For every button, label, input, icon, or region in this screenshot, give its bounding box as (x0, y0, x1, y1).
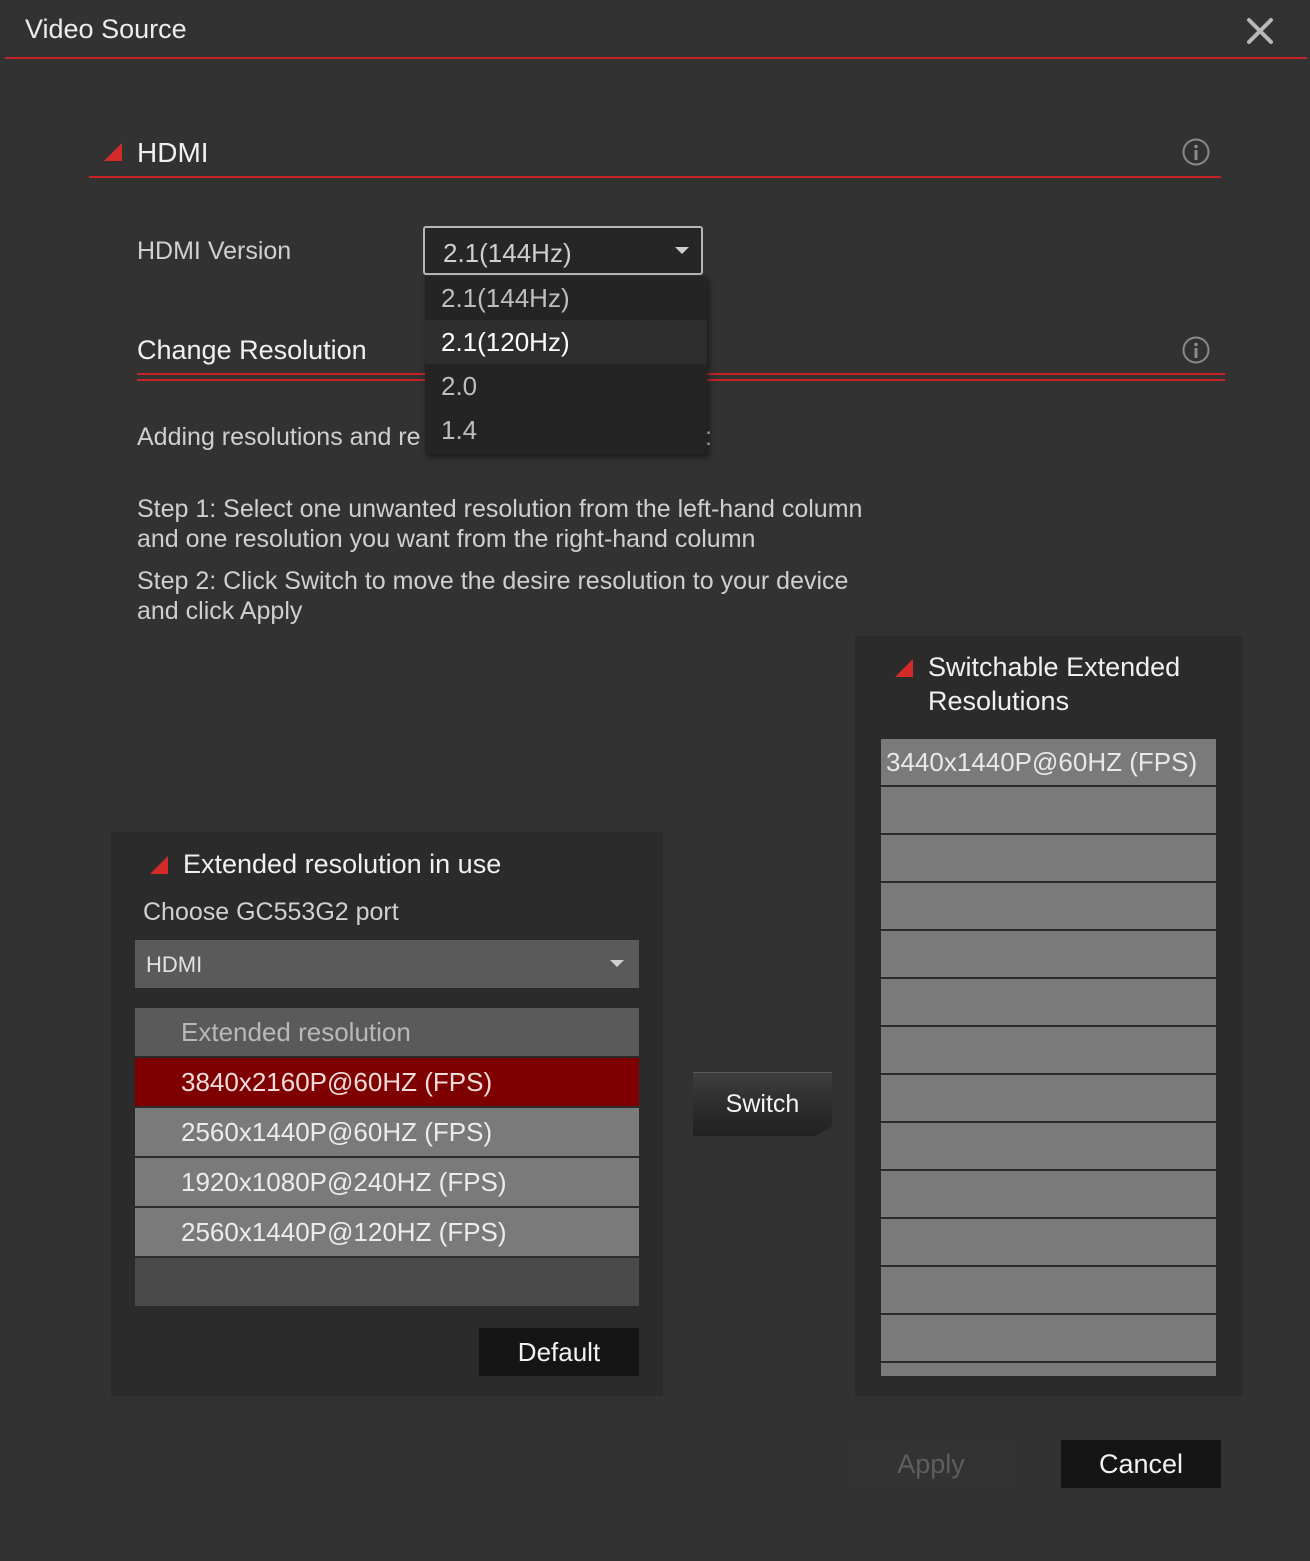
section-marker-icon (895, 659, 913, 677)
step2-line1: Step 2: Click Switch to move the desire … (137, 567, 849, 595)
chevron-down-icon (610, 960, 624, 967)
list-item[interactable]: 3840x2160P@60HZ (FPS) (135, 1058, 639, 1106)
info-icon[interactable] (1182, 336, 1210, 364)
step1-line2: and one resolution you want from the rig… (137, 525, 756, 553)
list-header: Extended resolution (135, 1008, 639, 1056)
list-item[interactable]: 3440x1440P@60HZ (FPS) (881, 739, 1216, 785)
resolution-description: Adding resolutions and re (137, 423, 421, 451)
change-resolution-title: Change Resolution (137, 335, 367, 365)
hdmi-section-divider (89, 176, 1221, 178)
hdmi-version-value: 2.1(144Hz) (443, 238, 572, 268)
list-item[interactable] (881, 1315, 1216, 1361)
in-use-panel-title: Extended resolution in use (183, 849, 502, 879)
dropdown-option[interactable]: 1.4 (425, 408, 707, 452)
list-item[interactable] (881, 979, 1216, 1025)
list-item[interactable] (881, 883, 1216, 929)
section-marker-icon (150, 856, 168, 874)
list-item[interactable] (881, 1027, 1216, 1073)
port-select[interactable]: HDMI (135, 940, 639, 988)
cancel-button[interactable]: Cancel (1061, 1440, 1221, 1488)
switchable-title-line1: Switchable Extended (928, 652, 1181, 682)
list-item[interactable] (881, 787, 1216, 833)
close-icon[interactable] (1243, 14, 1277, 48)
list-item[interactable]: 2560x1440P@120HZ (FPS) (135, 1208, 639, 1256)
list-item[interactable] (881, 1219, 1216, 1265)
apply-button[interactable]: Apply (852, 1440, 1010, 1488)
step2-line2: and click Apply (137, 597, 303, 625)
dropdown-option[interactable]: 2.0 (425, 364, 707, 408)
list-item[interactable] (881, 1075, 1216, 1121)
switchable-resolution-list: 3440x1440P@60HZ (FPS) (879, 737, 1218, 1376)
port-label: Choose GC553G2 port (143, 898, 399, 926)
list-item[interactable] (881, 1171, 1216, 1217)
switch-button[interactable]: Switch (693, 1072, 832, 1136)
hdmi-section-title: HDMI (137, 137, 209, 168)
hdmi-version-select[interactable]: 2.1(144Hz) (423, 226, 703, 275)
port-select-value: HDMI (146, 952, 203, 977)
hdmi-version-dropdown: 2.1(144Hz) 2.1(120Hz) 2.0 1.4 (425, 276, 707, 454)
default-button[interactable]: Default (479, 1328, 639, 1376)
list-item[interactable] (881, 835, 1216, 881)
list-item[interactable]: 1920x1080P@240HZ (FPS) (135, 1158, 639, 1206)
list-item[interactable] (881, 1267, 1216, 1313)
window-title: Video Source (25, 14, 187, 44)
title-divider (5, 57, 1307, 59)
dropdown-option[interactable]: 2.1(144Hz) (425, 276, 707, 320)
info-icon[interactable] (1182, 138, 1210, 166)
dropdown-option[interactable]: 2.1(120Hz) (425, 320, 707, 364)
chevron-down-icon (675, 247, 689, 254)
list-item[interactable] (135, 1258, 639, 1306)
list-item[interactable] (881, 1123, 1216, 1169)
section-marker-icon (104, 143, 122, 161)
switchable-title-line2: Resolutions (928, 686, 1070, 716)
list-item[interactable] (881, 1363, 1216, 1376)
list-item[interactable]: 2560x1440P@60HZ (FPS) (135, 1108, 639, 1156)
hdmi-version-label: HDMI Version (137, 237, 292, 265)
step1-line1: Step 1: Select one unwanted resolution f… (137, 495, 863, 523)
list-item[interactable] (881, 931, 1216, 977)
